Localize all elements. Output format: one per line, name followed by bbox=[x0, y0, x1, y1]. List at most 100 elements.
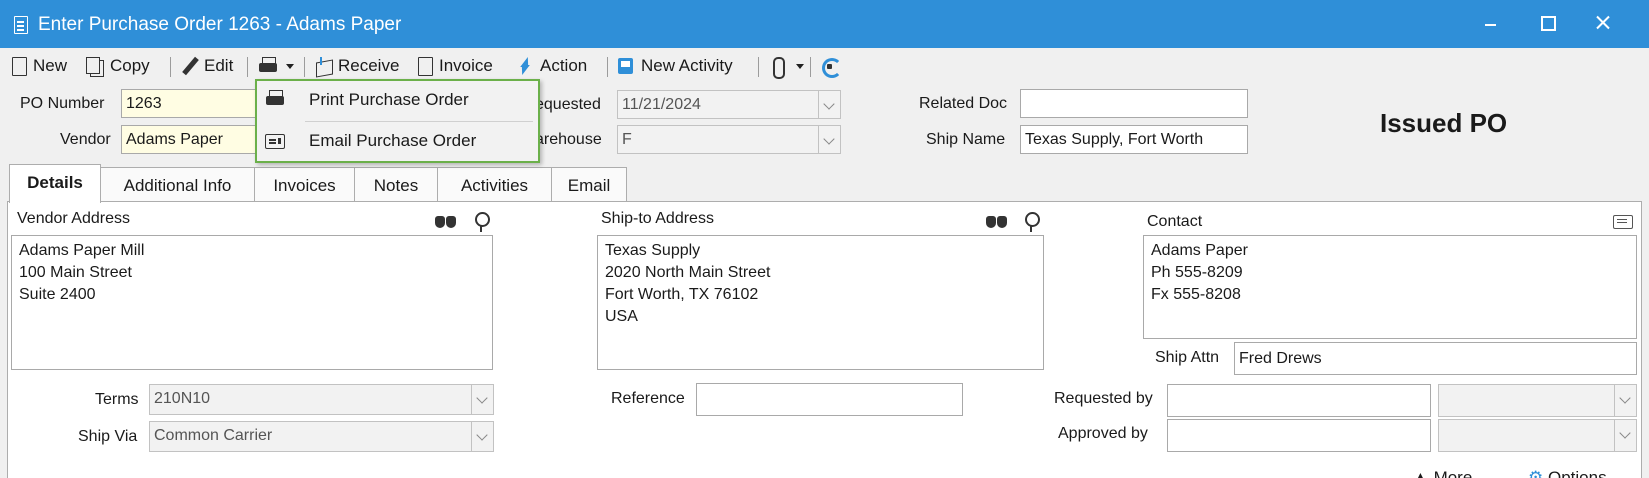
options-label: Options bbox=[1547, 468, 1607, 478]
chevron-down-icon[interactable] bbox=[1614, 385, 1636, 416]
chevron-down-icon[interactable] bbox=[818, 126, 840, 153]
po-number-field[interactable]: 1263 bbox=[121, 89, 261, 118]
tab-additional-info[interactable]: Additional Info bbox=[100, 167, 255, 202]
close-button[interactable] bbox=[1580, 8, 1626, 38]
tab-email[interactable]: Email bbox=[551, 167, 627, 202]
arrow-up-icon: ▲ bbox=[1412, 468, 1429, 478]
terms-label: Terms bbox=[95, 391, 139, 408]
print-menu: Print Purchase Order Email Purchase Orde… bbox=[255, 79, 540, 163]
contact-label: Contact bbox=[1147, 213, 1203, 230]
warehouse-field[interactable]: F bbox=[617, 125, 841, 154]
action-button[interactable]: Action bbox=[516, 53, 587, 79]
invoice-label: Invoice bbox=[439, 56, 493, 75]
chevron-down-icon bbox=[796, 63, 804, 69]
toolbar-separator bbox=[247, 57, 248, 77]
requested-date-value: 11/21/2024 bbox=[622, 96, 701, 113]
ship-via-field[interactable]: Common Carrier bbox=[149, 421, 494, 452]
reference-field[interactable] bbox=[696, 383, 963, 416]
new-activity-button[interactable]: New Activity bbox=[617, 53, 733, 79]
new-document-icon bbox=[12, 56, 27, 76]
ship-to-address-box[interactable]: Texas Supply 2020 North Main Street Fort… bbox=[597, 235, 1044, 370]
copy-icon bbox=[86, 56, 104, 77]
action-label: Action bbox=[540, 56, 588, 75]
vendor-address-box[interactable]: Adams Paper Mill 100 Main Street Suite 2… bbox=[11, 235, 493, 370]
menu-item-label: Email Purchase Order bbox=[309, 131, 477, 150]
requested-date-label: equested bbox=[535, 96, 601, 113]
new-label: New bbox=[33, 56, 68, 75]
document-icon bbox=[14, 16, 28, 34]
menu-item-label: Print Purchase Order bbox=[309, 90, 469, 109]
requested-by-field[interactable] bbox=[1167, 384, 1431, 417]
tab-bar: Details Additional Info Invoices Notes A… bbox=[0, 164, 1649, 203]
chevron-down-icon[interactable] bbox=[471, 385, 493, 414]
title-bar: Enter Purchase Order 1263 - Adams Paper bbox=[0, 0, 1649, 48]
print-purchase-order-item[interactable]: Print Purchase Order bbox=[257, 81, 538, 119]
toolbar-separator bbox=[304, 57, 305, 77]
attachments-dropdown-button[interactable] bbox=[768, 53, 804, 79]
requested-by-label: Requested by bbox=[1054, 390, 1153, 407]
more-button[interactable]: ▲ More bbox=[1412, 468, 1472, 478]
chevron-down-icon[interactable] bbox=[1614, 420, 1636, 451]
address-line: Fort Worth, TX 76102 bbox=[605, 286, 759, 303]
map-pin-icon[interactable] bbox=[473, 211, 490, 233]
email-purchase-order-item[interactable]: Email Purchase Order bbox=[257, 122, 538, 160]
lightning-icon bbox=[516, 56, 534, 76]
new-button[interactable]: New bbox=[12, 53, 67, 79]
terms-field[interactable]: 210N10 bbox=[149, 384, 494, 415]
address-line: Suite 2400 bbox=[19, 286, 96, 303]
toolbar: New Copy Edit Receive Invoice Action New… bbox=[0, 48, 1649, 82]
ship-via-label: Ship Via bbox=[78, 428, 138, 445]
binoculars-icon[interactable] bbox=[985, 212, 1009, 230]
receive-box-icon bbox=[314, 56, 332, 76]
related-doc-field[interactable] bbox=[1020, 89, 1248, 118]
ship-name-field[interactable]: Texas Supply, Fort Worth bbox=[1020, 125, 1248, 154]
edit-button[interactable]: Edit bbox=[180, 53, 233, 79]
edit-label: Edit bbox=[204, 56, 234, 75]
refresh-button[interactable] bbox=[820, 53, 844, 79]
related-doc-label: Related Doc bbox=[919, 95, 1008, 112]
receive-label: Receive bbox=[338, 56, 400, 75]
ship-attn-field[interactable]: Fred Drews bbox=[1234, 342, 1637, 375]
toolbar-separator bbox=[607, 57, 608, 77]
approved-by-dropdown[interactable] bbox=[1438, 419, 1637, 452]
reference-label: Reference bbox=[611, 390, 685, 407]
contact-box[interactable]: Adams Paper Ph 555-8209 Fx 555-8208 bbox=[1143, 235, 1637, 339]
tab-activities[interactable]: Activities bbox=[437, 167, 552, 202]
ship-via-value: Common Carrier bbox=[154, 427, 273, 444]
toolbar-separator bbox=[810, 57, 811, 77]
toolbar-separator bbox=[758, 57, 759, 77]
email-icon bbox=[265, 134, 285, 149]
contact-card-icon[interactable] bbox=[1613, 215, 1633, 229]
chevron-down-icon[interactable] bbox=[818, 91, 840, 118]
minimize-button[interactable] bbox=[1468, 8, 1514, 38]
chevron-down-icon[interactable] bbox=[471, 422, 493, 451]
requested-date-field[interactable]: 11/21/2024 bbox=[617, 90, 841, 119]
ship-name-label: Ship Name bbox=[926, 131, 1006, 148]
activity-icon bbox=[617, 56, 635, 76]
printer-icon bbox=[258, 56, 277, 76]
copy-button[interactable]: Copy bbox=[86, 53, 150, 79]
gear-icon: ⚙ bbox=[1528, 468, 1544, 478]
copy-label: Copy bbox=[110, 56, 150, 75]
tab-invoices[interactable]: Invoices bbox=[254, 167, 355, 202]
po-number-label: PO Number bbox=[20, 95, 105, 112]
requested-by-dropdown[interactable] bbox=[1438, 384, 1637, 417]
printer-icon bbox=[265, 89, 285, 109]
invoice-button[interactable]: Invoice bbox=[418, 53, 493, 79]
contact-line: Ph 555-8209 bbox=[1151, 264, 1243, 281]
approved-by-field[interactable] bbox=[1167, 419, 1431, 452]
chevron-down-icon bbox=[286, 63, 294, 69]
map-pin-icon[interactable] bbox=[1023, 211, 1040, 233]
receive-button[interactable]: Receive bbox=[314, 53, 399, 79]
warehouse-value: F bbox=[622, 131, 632, 148]
window-title: Enter Purchase Order 1263 - Adams Paper bbox=[38, 14, 402, 35]
binoculars-icon[interactable] bbox=[434, 212, 458, 230]
print-dropdown-button[interactable] bbox=[258, 53, 294, 79]
status-label: Issued PO bbox=[1380, 108, 1508, 138]
tab-notes[interactable]: Notes bbox=[354, 167, 438, 202]
options-button[interactable]: ⚙ Options bbox=[1528, 468, 1607, 478]
tab-details[interactable]: Details bbox=[9, 164, 101, 203]
address-line: 2020 North Main Street bbox=[605, 264, 771, 281]
maximize-button[interactable] bbox=[1524, 8, 1570, 38]
vendor-field[interactable]: Adams Paper bbox=[121, 125, 261, 154]
